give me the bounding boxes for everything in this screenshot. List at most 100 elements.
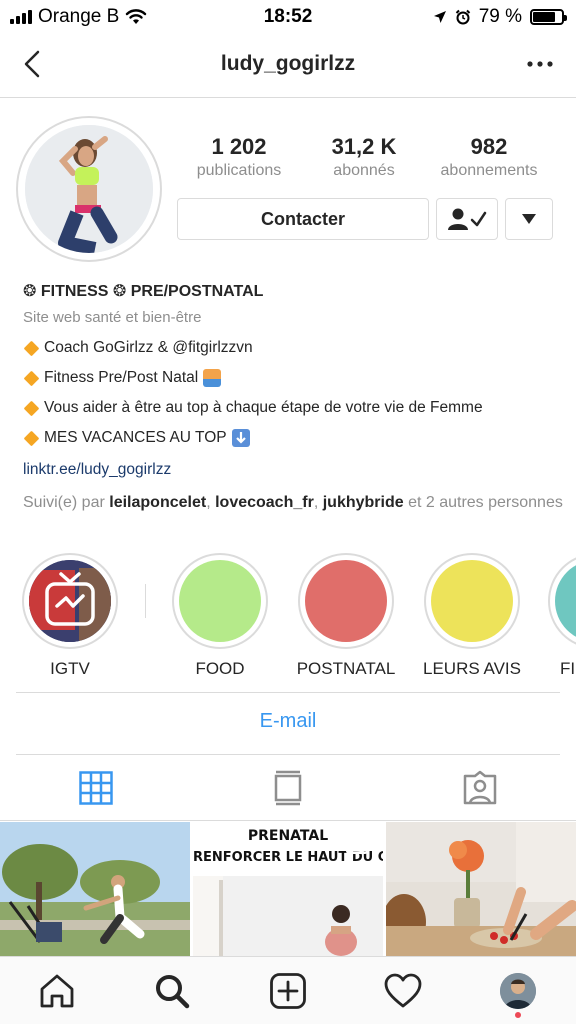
nav-search[interactable] (152, 971, 192, 1011)
more-dots-icon (527, 61, 553, 67)
divider (16, 692, 560, 693)
comma-separator: , (206, 494, 211, 511)
post-thumbnail[interactable] (386, 822, 576, 956)
orange-diamond-icon (23, 340, 40, 356)
suggestions-dropdown-button[interactable] (505, 198, 553, 240)
highlight-cover (305, 560, 387, 642)
highlight-cover (179, 560, 261, 642)
nav-new-post[interactable] (268, 971, 308, 1011)
highlight-cover (29, 560, 111, 642)
tab-tagged[interactable] (462, 770, 498, 806)
highlight-ring (22, 553, 118, 649)
stat-following-value: 982 (470, 134, 508, 159)
bio-line-text: Fitness Pre/Post Natal (44, 369, 199, 386)
nav-activity[interactable] (383, 971, 423, 1011)
outdoor-workout-photo (0, 822, 190, 956)
stat-followers-value: 31,2 K (331, 134, 397, 159)
profile-display-name: ❂ FITNESS ❂ PRE/POSTNATAL (23, 283, 264, 300)
bio-website-link[interactable]: linktr.ee/ludy_gogirlzz (23, 460, 563, 480)
battery-fill (533, 12, 556, 22)
bottom-tab-bar (0, 956, 576, 1024)
bio-line: MES VACANCES AU TOP (23, 428, 563, 448)
nav-home[interactable] (37, 971, 77, 1011)
post-thumbnail[interactable]: PRENATAL RENFORCER LE HAUT DU CORPS (193, 822, 383, 956)
bio-line-text: Vous aider à être au top à chaque étape … (44, 399, 483, 416)
profile-username: ludy_gogirlzz (220, 52, 356, 75)
profile-header-bar: ludy_gogirlzz (0, 34, 576, 98)
highlight-label: IGTV (50, 659, 90, 678)
divider (16, 754, 560, 755)
profile-avatar[interactable] (16, 116, 162, 262)
stat-posts-value: 1 202 (211, 134, 267, 159)
status-bar: Orange B 18:52 79 % (0, 0, 576, 34)
bio-line: Fitness Pre/Post Natal (23, 368, 563, 388)
mutual-follower: leilaponcelet (109, 494, 207, 511)
down-arrow-emoji-icon (231, 429, 250, 447)
orange-diamond-icon (23, 400, 40, 416)
highlight-ring (548, 553, 576, 649)
comma-separator: , (313, 494, 319, 511)
highlight-label: LEURS AVIS (423, 659, 521, 678)
post-thumbnail[interactable] (0, 822, 190, 956)
bio-line: Coach GoGirlzz & @fitgirlzzvn (23, 338, 563, 358)
battery-percent: 79 % (478, 6, 522, 27)
mutual-follower: jukhybride (322, 494, 404, 511)
bio-line-text: MES VACANCES AU TOP (44, 429, 227, 446)
more-options-button[interactable] (524, 52, 556, 76)
notification-dot (515, 1012, 521, 1018)
sunrise-emoji-icon (203, 369, 222, 387)
stat-following[interactable]: 982 abonnements (424, 134, 554, 180)
feed-list-icon (274, 770, 302, 806)
followed-prefix: Suivi(e) par (23, 494, 105, 511)
highlight-igtv[interactable]: IGTV (20, 553, 120, 679)
orange-diamond-icon (23, 430, 40, 446)
location-arrow-icon (433, 11, 446, 23)
profile-avatar-icon (500, 973, 536, 1009)
highlight-label: FOOD (195, 659, 245, 678)
battery-icon (530, 9, 567, 25)
profile-category: Site web santé et bien-être (23, 309, 202, 326)
alarm-icon (455, 9, 470, 25)
followed-suffix: et 2 autres personnes (408, 494, 563, 511)
stat-followers-label: abonnés (333, 162, 395, 179)
status-right: 79 % (433, 6, 567, 28)
nav-profile[interactable] (498, 971, 538, 1018)
highlight-partial[interactable]: FI (548, 553, 576, 679)
grid-icon (79, 771, 113, 805)
food-prep-photo (386, 822, 576, 956)
bio-line: Vous aider à être au top à chaque étape … (23, 398, 563, 418)
highlight-label: POSTNATAL (296, 659, 396, 678)
caret-down-icon (522, 214, 536, 224)
highlight-cover (431, 560, 513, 642)
bio-line-text: Coach GoGirlzz & @fitgirlzzvn (44, 339, 253, 356)
profile-bio: ❂ FITNESS ❂ PRE/POSTNATAL Site web santé… (23, 282, 563, 513)
highlight-label: FI (560, 659, 576, 678)
tab-grid[interactable] (78, 770, 114, 806)
profile-photo (25, 125, 153, 253)
mutual-follower: lovecoach_fr (215, 494, 314, 511)
highlight-cover (555, 560, 576, 642)
followed-by-text[interactable]: Suivi(e) par leilaponcelet, lovecoach_fr… (23, 492, 563, 513)
email-button[interactable]: E-mail (0, 710, 576, 733)
stat-posts-label: publications (196, 162, 282, 179)
tagged-person-icon (463, 770, 497, 805)
contact-button[interactable]: Contacter (177, 198, 429, 240)
highlight-divider (145, 584, 146, 618)
highlight-leurs-avis[interactable]: LEURS AVIS (422, 553, 522, 679)
highlight-food[interactable]: FOOD (170, 553, 270, 679)
orange-diamond-icon (23, 370, 40, 386)
highlight-postnatal[interactable]: POSTNATAL (296, 553, 396, 679)
stat-followers[interactable]: 31,2 K abonnés (299, 134, 429, 180)
stat-following-label: abonnements (440, 162, 538, 179)
activity-heart-icon (384, 973, 422, 1008)
tab-feed[interactable] (270, 770, 306, 806)
stat-posts[interactable]: 1 202 publications (174, 134, 304, 180)
divider (0, 820, 576, 821)
new-post-icon (270, 973, 306, 1009)
person-check-icon (448, 208, 487, 230)
highlight-ring (172, 553, 268, 649)
search-icon (156, 975, 190, 1009)
highlight-ring (298, 553, 394, 649)
following-button[interactable] (436, 198, 498, 240)
home-icon (40, 974, 74, 1008)
